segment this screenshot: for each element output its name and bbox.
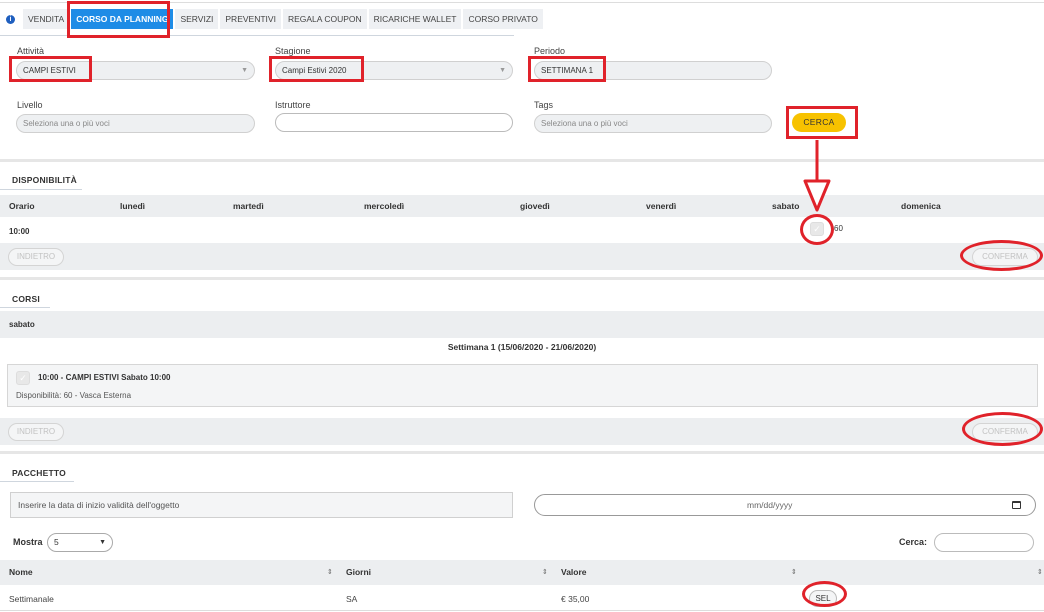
day-label: sabato <box>9 320 35 329</box>
sort-icon[interactable]: ⇕ <box>542 560 548 585</box>
info-icon[interactable]: i <box>6 14 15 24</box>
periodo-label: Periodo <box>534 46 566 56</box>
package-days: SA <box>346 594 358 604</box>
availability-header: Orario lunedì martedì mercoledì giovedì … <box>0 195 1044 217</box>
annotation-box-cerca <box>786 106 858 139</box>
slot-availability: 60 <box>834 224 843 233</box>
annotation-oval-confirm <box>960 240 1043 271</box>
availability-button-bar: INDIETRO CONFERMA <box>0 243 1044 270</box>
section-underline <box>0 481 74 482</box>
week-title: Settimana 1 (15/06/2020 - 21/06/2020) <box>447 342 597 352</box>
table-bottom-line <box>0 610 1044 611</box>
annotation-box-tab <box>67 1 170 38</box>
page-size-select[interactable]: 5 ▼ <box>47 533 113 552</box>
istruttore-input[interactable] <box>275 113 513 132</box>
stagione-label: Stagione <box>275 46 311 56</box>
course-title: 10:00 - CAMPI ESTIVI Sabato 10:00 <box>38 373 171 382</box>
tags-select[interactable]: Seleziona una o più voci <box>534 114 772 133</box>
column-header-domenica: domenica <box>901 201 941 211</box>
chevron-down-icon: ▼ <box>241 67 248 74</box>
annotation-oval-select <box>802 581 847 607</box>
time-cell: 10:00 <box>9 227 30 236</box>
calendar-icon[interactable] <box>1012 501 1021 509</box>
chevron-down-icon: ▼ <box>499 67 506 74</box>
column-header-martedi: martedì <box>233 201 264 211</box>
column-header-nome[interactable]: Nome <box>9 560 33 585</box>
livello-label: Livello <box>17 100 43 110</box>
section-divider <box>0 451 1044 454</box>
annotation-box-stagione <box>269 56 364 82</box>
tab-preventivi[interactable]: PREVENTIVI <box>220 9 281 29</box>
column-header-giorni[interactable]: Giorni <box>346 560 371 585</box>
sort-icon[interactable]: ⇕ <box>1037 560 1043 585</box>
section-divider <box>0 159 1044 162</box>
course-checkbox[interactable]: ✓ <box>16 371 30 385</box>
back-button[interactable]: INDIETRO <box>8 248 64 266</box>
section-underline <box>0 307 50 308</box>
tags-label: Tags <box>534 100 554 110</box>
day-bar: sabato <box>0 311 1044 338</box>
corsi-title: CORSI <box>12 294 40 304</box>
section-underline <box>0 189 82 190</box>
istruttore-label: Istruttore <box>275 100 311 110</box>
tab-vendita[interactable]: VENDITA <box>23 9 70 29</box>
package-name: Settimanale <box>9 594 54 604</box>
tab-servizi[interactable]: SERVIZI <box>175 9 219 29</box>
date-input[interactable]: mm/dd/yyyy <box>534 494 1036 516</box>
back-button[interactable]: INDIETRO <box>8 423 64 441</box>
annotation-oval-checkbox <box>800 214 834 245</box>
page-size-value: 5 <box>54 537 59 547</box>
search-input[interactable] <box>934 533 1034 552</box>
tab-regala-coupon[interactable]: REGALA COUPON <box>282 9 367 29</box>
column-header-valore[interactable]: Valore <box>561 560 587 585</box>
section-divider <box>0 277 1044 280</box>
chevron-down-icon: ▼ <box>99 539 106 546</box>
course-item[interactable]: ✓ 10:00 - CAMPI ESTIVI Sabato 10:00 Disp… <box>7 364 1038 407</box>
corsi-button-bar: INDIETRO CONFERMA <box>0 418 1044 445</box>
page-size-label: Mostra <box>13 537 43 547</box>
column-header-orario: Orario <box>9 201 35 211</box>
livello-select[interactable]: Seleziona una o più voci <box>16 114 255 133</box>
annotation-box-attivita <box>9 56 92 82</box>
column-header-giovedi: giovedì <box>520 201 550 211</box>
sort-icon[interactable]: ⇕ <box>327 560 333 585</box>
disponibilita-title: DISPONIBILITÀ <box>12 175 77 185</box>
attivita-label: Attività <box>17 46 45 56</box>
annotation-arrow-head <box>803 179 831 212</box>
pacchetto-title: PACCHETTO <box>12 468 66 478</box>
sort-icon[interactable]: ⇕ <box>791 560 797 585</box>
annotation-arrow <box>803 140 831 212</box>
annotation-box-periodo <box>528 56 606 82</box>
package-price: € 35,00 <box>561 594 590 604</box>
column-header-mercoledi: mercoledì <box>364 201 405 211</box>
column-header-venerdi: venerdì <box>646 201 677 211</box>
date-placeholder: mm/dd/yyyy <box>747 500 793 510</box>
course-detail: Disponibilità: 60 - Vasca Esterna <box>16 391 132 400</box>
column-header-sabato: sabato <box>772 201 800 211</box>
tab-corso-privato[interactable]: CORSO PRIVATO <box>463 9 543 29</box>
column-header-lunedi: lunedì <box>120 201 146 211</box>
package-table-header: Nome ⇕ Giorni ⇕ Valore ⇕ ⇕ <box>0 560 1044 585</box>
date-note: Inserire la data di inizio validità dell… <box>10 492 513 518</box>
tab-ricariche-wallet[interactable]: RICARICHE WALLET <box>368 9 462 29</box>
annotation-oval-confirm <box>962 412 1043 446</box>
search-label: Cerca: <box>899 537 928 547</box>
